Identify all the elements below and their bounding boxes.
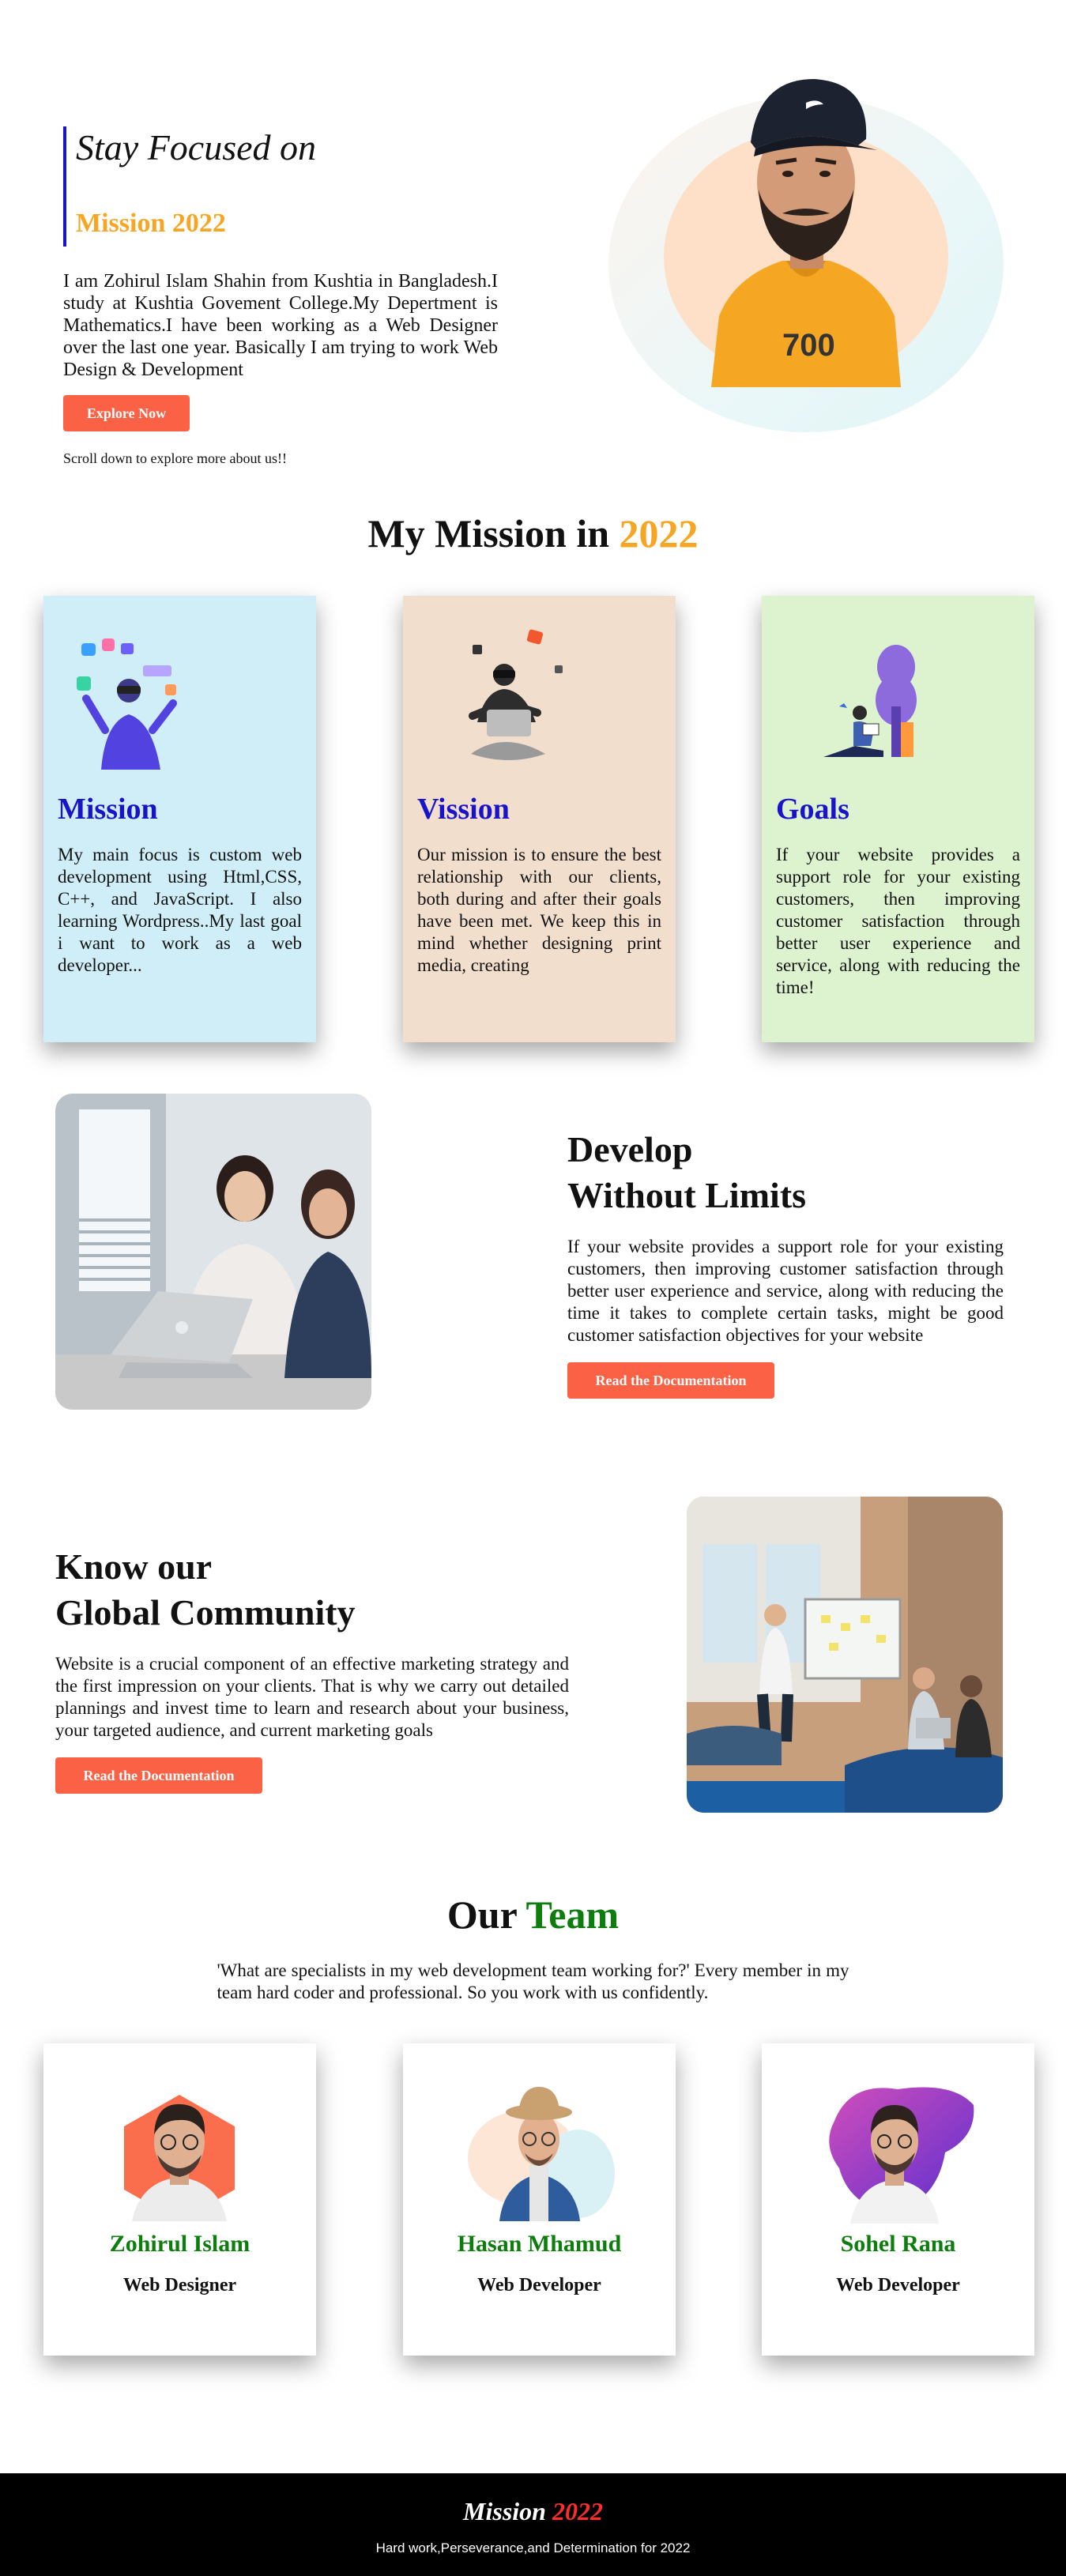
community-title: Know our Global Community bbox=[55, 1544, 569, 1636]
vission-card: Vission Our mission is to ensure the bes… bbox=[403, 596, 676, 1042]
page: Stay Focused on Mission 2022 I am Zohiru… bbox=[0, 0, 1066, 2576]
sitting-vr-person-illustration bbox=[469, 629, 563, 760]
team-title-accent: Team bbox=[525, 1892, 620, 1937]
team-member-portrait bbox=[762, 2043, 1034, 2224]
team-card: Sohel Rana Web Developer bbox=[762, 2043, 1034, 2356]
community-copy: Know our Global Community Website is a cr… bbox=[55, 1544, 569, 1794]
team-member-role: Web Developer bbox=[836, 2275, 960, 2295]
mission-card-heading: Mission bbox=[58, 793, 158, 826]
team-member-portrait bbox=[43, 2043, 316, 2221]
community-text: Website is a crucial component of an eff… bbox=[55, 1654, 569, 1740]
hero-title: Stay Focused on bbox=[76, 127, 317, 168]
mission-card: Mission My main focus is custom web deve… bbox=[43, 596, 316, 1042]
goals-illustration bbox=[776, 596, 1020, 785]
develop-copy: Develop Without Limits If your website pr… bbox=[567, 1127, 1004, 1399]
mission-cards: Mission My main focus is custom web deve… bbox=[0, 556, 1066, 1046]
hero-section: Stay Focused on Mission 2022 I am Zohiru… bbox=[0, 0, 1066, 482]
team-meeting-photo bbox=[687, 1497, 1003, 1813]
footer: Mission 2022 Hard work,Perseverance,and … bbox=[0, 2473, 1066, 2576]
man-portrait-image: 700 bbox=[711, 79, 901, 387]
team-card: Zohirul Islam Web Designer bbox=[43, 2043, 316, 2356]
mission-illustration bbox=[58, 596, 302, 785]
students-laptop-image bbox=[55, 1094, 371, 1410]
hero-portrait: 700 bbox=[608, 63, 1008, 435]
team-member-portrait bbox=[403, 2043, 676, 2221]
mission-section-title: My Mission in 2022 bbox=[0, 510, 1066, 556]
hero-text: Stay Focused on Mission 2022 I am Zohiru… bbox=[63, 126, 498, 467]
vission-illustration bbox=[417, 596, 661, 785]
team-intro: 'What are specialists in my web developm… bbox=[217, 1960, 849, 2002]
community-title-line1: Know our bbox=[55, 1546, 213, 1587]
man-blob-avatar bbox=[829, 2087, 974, 2224]
team-member-name: Zohirul Islam bbox=[109, 2231, 250, 2257]
team-section-title: Our Team bbox=[0, 1892, 1066, 1938]
vr-person-illustration bbox=[77, 638, 177, 770]
svg-text:700: 700 bbox=[782, 328, 835, 363]
hero-subtitle: Mission 2022 bbox=[76, 209, 226, 238]
team-cards: Zohirul Islam Web Designer Hasan Mhamud … bbox=[0, 2004, 1066, 2375]
vission-card-text: Our mission is to ensure the best relati… bbox=[417, 845, 661, 975]
team-member-name: Hasan Mhamud bbox=[457, 2231, 622, 2257]
develop-title-line2: Without Limits bbox=[567, 1175, 807, 1215]
develop-title-line1: Develop bbox=[567, 1129, 693, 1169]
goals-card-text: If your website provides a support role … bbox=[776, 845, 1020, 997]
team-member-role: Web Designer bbox=[122, 2275, 237, 2295]
mission-card-text: My main focus is custom web development … bbox=[58, 845, 302, 975]
man-with-hat-avatar bbox=[468, 2087, 615, 2221]
vission-card-heading: Vission bbox=[417, 793, 510, 826]
man-with-glasses-avatar bbox=[124, 2095, 235, 2221]
footer-tagline: Hard work,Perseverance,and Determination… bbox=[375, 2540, 691, 2555]
goals-card: Goals If your website provides a support… bbox=[762, 596, 1034, 1042]
team-meeting-image bbox=[687, 1497, 1003, 1813]
footer-brand-year: 2022 bbox=[552, 2497, 603, 2525]
students-laptop-photo bbox=[55, 1094, 371, 1410]
footer-brand-name: Mission bbox=[463, 2497, 546, 2525]
explore-now-button[interactable]: Explore Now bbox=[63, 395, 190, 431]
team-member-role: Web Developer bbox=[477, 2275, 601, 2295]
mission-title-main: My Mission in bbox=[367, 511, 610, 555]
develop-read-documentation-button[interactable]: Read the Documentation bbox=[567, 1362, 774, 1399]
reading-under-tree-illustration bbox=[823, 645, 917, 757]
footer-brand: Mission 2022 bbox=[0, 2497, 1066, 2526]
hero-heading: Stay Focused on Mission 2022 bbox=[63, 126, 498, 247]
develop-title: Develop Without Limits bbox=[567, 1127, 1004, 1218]
scroll-note: Scroll down to explore more about us!! bbox=[63, 450, 287, 466]
develop-text: If your website provides a support role … bbox=[567, 1237, 1004, 1345]
team-member-name: Sohel Rana bbox=[840, 2231, 956, 2257]
goals-card-heading: Goals bbox=[776, 793, 849, 826]
mission-title-year: 2022 bbox=[619, 511, 699, 555]
hero-description: I am Zohirul Islam Shahin from Kushtia i… bbox=[63, 271, 498, 380]
community-read-documentation-button[interactable]: Read the Documentation bbox=[55, 1757, 262, 1794]
community-section: Know our Global Community Website is a cr… bbox=[0, 1497, 1066, 1892]
community-title-line2: Global Community bbox=[55, 1592, 356, 1633]
team-title-main: Our bbox=[446, 1892, 517, 1937]
team-card: Hasan Mhamud Web Developer bbox=[403, 2043, 676, 2356]
develop-section: Develop Without Limits If your website pr… bbox=[0, 1094, 1066, 1497]
